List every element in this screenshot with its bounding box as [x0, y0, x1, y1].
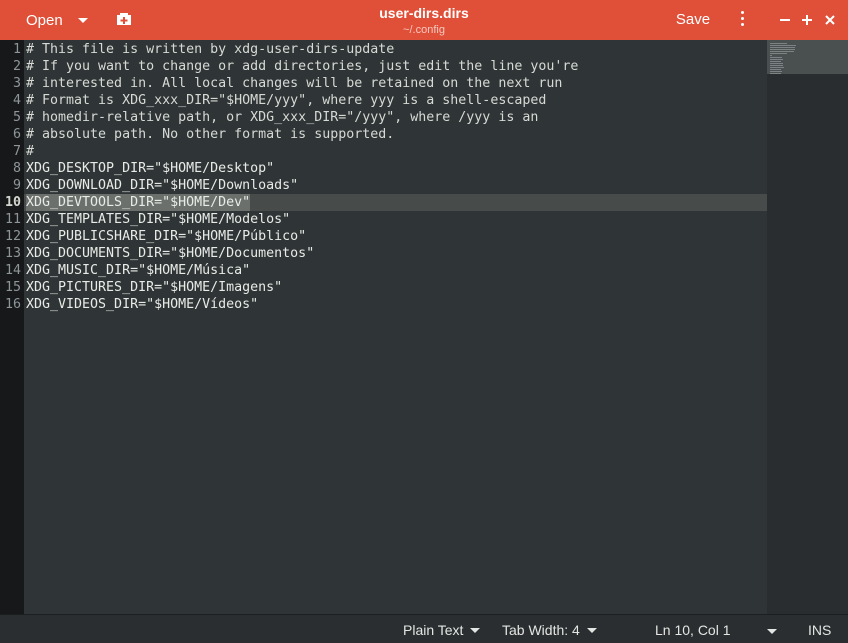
- code-line: XDG_DESKTOP_DIR="$HOME/Desktop": [26, 161, 275, 176]
- code-line: # If you want to change or add directori…: [26, 59, 579, 74]
- line-number: 10: [4, 195, 21, 210]
- line-number: 2: [12, 59, 21, 74]
- tab-width-selector[interactable]: Tab Width: 4: [502, 621, 597, 639]
- line-number: 11: [4, 212, 21, 227]
- open-button-label: Open: [26, 11, 63, 29]
- minimap-line: [770, 45, 796, 46]
- maximize-icon[interactable]: [797, 10, 817, 30]
- close-icon[interactable]: [820, 10, 840, 30]
- kebab-menu-icon[interactable]: [732, 8, 752, 32]
- code-line: # homedir-relative path, or XDG_xxx_DIR=…: [26, 110, 539, 125]
- chevron-down-icon: [470, 628, 481, 633]
- chevron-down-icon: [586, 628, 597, 633]
- status-bar: Plain Text Tab Width: 4 Ln 10, Col 1 INS: [0, 614, 848, 643]
- line-number: 9: [12, 178, 21, 193]
- line-number: 15: [4, 280, 21, 295]
- line-number: 12: [4, 229, 21, 244]
- minimap-line: [770, 63, 783, 64]
- line-number: 6: [12, 127, 21, 142]
- cursor-position[interactable]: Ln 10, Col 1: [655, 621, 731, 639]
- gedit-window: Open user-dirs.dirs ~/.config Save 1 2 3…: [0, 0, 848, 643]
- minimap-line: [770, 71, 782, 72]
- code-line: XDG_DOCUMENTS_DIR="$HOME/Documentos": [26, 246, 315, 261]
- chevron-down-icon[interactable]: [78, 18, 88, 23]
- language-label: Plain Text: [403, 622, 464, 638]
- line-number: 14: [4, 263, 21, 278]
- minimap[interactable]: [767, 40, 848, 614]
- code-line: # interested in. All local changes will …: [26, 76, 563, 91]
- minimap-line: [770, 51, 794, 52]
- code-line: XDG_DEVTOOLS_DIR="$HOME/Dev": [26, 195, 251, 210]
- minimap-line: [770, 67, 784, 68]
- minimize-icon[interactable]: [775, 10, 795, 30]
- minimap-line: [770, 49, 795, 50]
- minimap-line: [770, 47, 795, 48]
- line-number: 8: [12, 161, 21, 176]
- line-number: 7: [12, 144, 21, 159]
- minimap-line: [770, 73, 781, 74]
- code-line: # This file is written by xdg-user-dirs-…: [26, 42, 395, 57]
- code-line: XDG_TEMPLATES_DIR="$HOME/Modelos": [26, 212, 291, 227]
- text-area[interactable]: # This file is written by xdg-user-dirs-…: [24, 40, 767, 614]
- line-number: 16: [4, 297, 21, 312]
- code-line: # absolute path. No other format is supp…: [26, 127, 395, 142]
- minimap-line: [770, 57, 782, 58]
- editor-view: 1 2 3 4 5 6 7 8 9 10 11 12 13 14 15 16 # This file is w…: [0, 40, 848, 614]
- save-button[interactable]: Save: [668, 5, 718, 35]
- line-number: 4: [12, 93, 21, 108]
- code-line: XDG_PUBLICSHARE_DIR="$HOME/Público": [26, 229, 307, 244]
- header-bar: Open user-dirs.dirs ~/.config Save: [0, 0, 848, 40]
- line-number: 13: [4, 246, 21, 261]
- insert-mode-indicator: INS: [808, 622, 832, 638]
- code-line: XDG_VIDEOS_DIR="$HOME/Vídeos": [26, 297, 259, 312]
- tab-width-label: Tab Width: 4: [502, 622, 580, 638]
- code-line: #: [26, 144, 35, 159]
- code-line: XDG_MUSIC_DIR="$HOME/Música": [26, 263, 251, 278]
- code-line: XDG_PICTURES_DIR="$HOME/Imagens": [26, 280, 283, 295]
- minimap-line: [770, 55, 772, 56]
- line-number: 1: [12, 42, 21, 57]
- minimap-line: [770, 69, 781, 70]
- open-button[interactable]: Open: [10, 5, 100, 35]
- code-line: # Format is XDG_xxx_DIR="$HOME/yyy", whe…: [26, 93, 547, 108]
- line-number: 5: [12, 110, 21, 125]
- minimap-line: [770, 59, 783, 60]
- minimap-line: [770, 61, 781, 62]
- line-number-gutter: 1 2 3 4 5 6 7 8 9 10 11 12 13 14 15 16: [0, 40, 24, 614]
- minimap-line: [770, 43, 787, 44]
- minimap-line: [770, 53, 787, 54]
- new-tab-icon[interactable]: [112, 9, 136, 31]
- language-selector[interactable]: Plain Text: [403, 621, 481, 639]
- code-line: XDG_DOWNLOAD_DIR="$HOME/Downloads": [26, 178, 299, 193]
- line-number: 3: [12, 76, 21, 91]
- minimap-line: [770, 65, 783, 66]
- chevron-down-icon[interactable]: [767, 629, 777, 634]
